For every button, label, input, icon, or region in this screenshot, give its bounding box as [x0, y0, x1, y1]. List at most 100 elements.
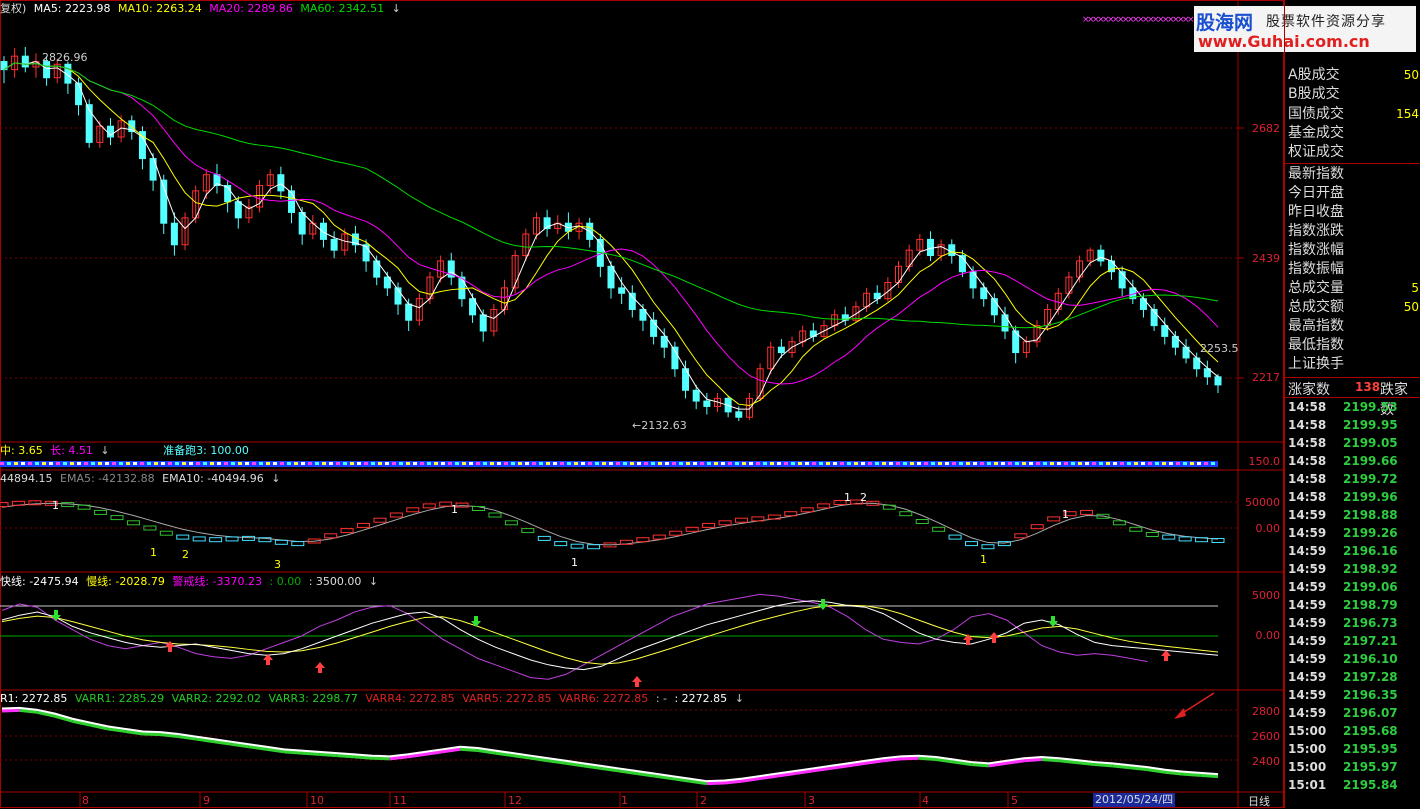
tick-row: 15:00 2195.95: [1285, 740, 1420, 758]
var-band: [1094, 762, 1113, 768]
info-row-label: 总成交量: [1288, 280, 1344, 296]
info-row-label: 基金成交: [1288, 125, 1344, 141]
tick-row: 14:59 2196.07: [1285, 704, 1420, 722]
var-band: [336, 753, 355, 759]
tick-row: 14:59 2198.88: [1285, 506, 1420, 524]
strip-mark: [364, 462, 368, 465]
strip-mark: [0, 462, 4, 465]
ema-block: [340, 528, 354, 534]
strip-mark: [840, 462, 844, 465]
strip-mark: [833, 462, 837, 465]
osc-slow-line: [1, 604, 1219, 665]
strip-arrow[interactable]: ↓: [100, 444, 109, 457]
strip-mark: [1134, 462, 1138, 465]
info-row: 国债成交 154: [1285, 105, 1420, 124]
strip-mark: [686, 462, 690, 465]
ema-mark: 1: [52, 499, 59, 512]
info-row-label: 指数涨幅: [1288, 242, 1344, 258]
ema-block: [357, 522, 371, 528]
info-row-label: 权证成交: [1288, 144, 1344, 160]
tick-time: 14:59: [1288, 652, 1327, 666]
strip-mark: [434, 462, 438, 465]
y-label-strip: 150.0: [1248, 455, 1281, 468]
tick-price: 2198.79: [1343, 598, 1398, 612]
ema-legend-a: 44894.15: [0, 472, 53, 485]
strip-mark: [861, 462, 865, 465]
tick-time: 14:58: [1288, 454, 1327, 468]
var-band: [354, 754, 373, 760]
high-annotation: 2826.96: [42, 51, 88, 64]
strip-mark: [966, 462, 970, 465]
tick-row: 15:00 2195.97: [1285, 758, 1420, 776]
strip-mark: [882, 462, 886, 465]
strip-mark: [917, 462, 921, 465]
strip-mark: [497, 462, 501, 465]
info-row-label: 总成交额: [1288, 299, 1344, 315]
tick-price: 2197.21: [1343, 634, 1398, 648]
strip-mark: [819, 462, 823, 465]
candle-body: [298, 211, 306, 235]
var-arrow[interactable]: ↓: [735, 692, 744, 705]
tick-time: 14:59: [1288, 580, 1327, 594]
strip-mark: [812, 462, 816, 465]
var-band: [918, 755, 937, 761]
strip-mark: [567, 462, 571, 465]
strip-legend: 中: 3.65 长: 4.51 ↓ 准备跑3: 100.00: [0, 444, 253, 458]
osc-legend-e: : 3500.00: [308, 575, 362, 588]
ema-block: [965, 541, 979, 547]
strip-mark: [126, 462, 130, 465]
var-band: [1041, 756, 1060, 763]
strip-mark: [742, 462, 746, 465]
strip-mark: [140, 462, 144, 465]
strip-mark: [1127, 462, 1131, 465]
strip-mark: [420, 462, 424, 465]
ema-block: [126, 520, 140, 526]
info-row: B股成交: [1285, 85, 1420, 104]
strip-legend-b: 长: 4.51: [50, 444, 93, 457]
strip-mark: [1050, 462, 1054, 465]
strip-mark: [560, 462, 564, 465]
strip-mark: [959, 462, 963, 465]
candle-body: [607, 265, 615, 289]
chart-area[interactable]: ××××××××××××××××××××××: [0, 0, 1284, 808]
strip-mark: [252, 462, 256, 465]
period-label[interactable]: 日线: [1248, 793, 1270, 809]
legend-ma20: MA20: 2289.86: [209, 2, 293, 15]
strip-mark: [1064, 462, 1068, 465]
strip-mark: [721, 462, 725, 465]
tick-time: 14:59: [1288, 562, 1327, 576]
tick-price: 2195.84: [1343, 778, 1398, 792]
y-label-ema: 0.00: [1255, 522, 1281, 535]
osc-arrow[interactable]: ↓: [369, 575, 378, 588]
tick-time: 15:00: [1288, 760, 1327, 774]
signal-arrow: [471, 616, 481, 627]
strip-mark: [1099, 462, 1103, 465]
strip-mark: [602, 462, 606, 465]
current-date-label: 2012/05/24/四: [1093, 793, 1176, 807]
y-label-main: 2682: [1252, 122, 1280, 135]
tick-price: 2199.95: [1343, 418, 1398, 432]
strip-mark: [266, 462, 270, 465]
strip-mark: [245, 462, 249, 465]
tick-time: 14:58: [1288, 436, 1327, 450]
strip-mark: [273, 462, 277, 465]
ema-block: [1047, 516, 1061, 522]
strip-mark: [1092, 462, 1096, 465]
ema-block: [439, 501, 453, 507]
candle-body: [319, 222, 327, 240]
ema-block: [734, 517, 748, 523]
ema-mark: 1: [571, 556, 578, 569]
ema-block: [176, 534, 190, 540]
osc-legend-a: 快线: -2475.94: [0, 575, 79, 588]
var-band: [372, 755, 390, 761]
tick-time: 14:58: [1288, 472, 1327, 486]
legend-arrow[interactable]: ↓: [392, 2, 401, 15]
strip-mark: [756, 462, 760, 465]
info-row: 最高指数: [1285, 317, 1420, 336]
info-row: 最新指数: [1285, 165, 1420, 184]
strip-mark: [623, 462, 627, 465]
ema-block: [488, 512, 502, 518]
tick-time: 14:59: [1288, 670, 1327, 684]
ema-arrow[interactable]: ↓: [271, 472, 280, 485]
strip-legend-c: 准备跑3: 100.00: [163, 444, 249, 457]
